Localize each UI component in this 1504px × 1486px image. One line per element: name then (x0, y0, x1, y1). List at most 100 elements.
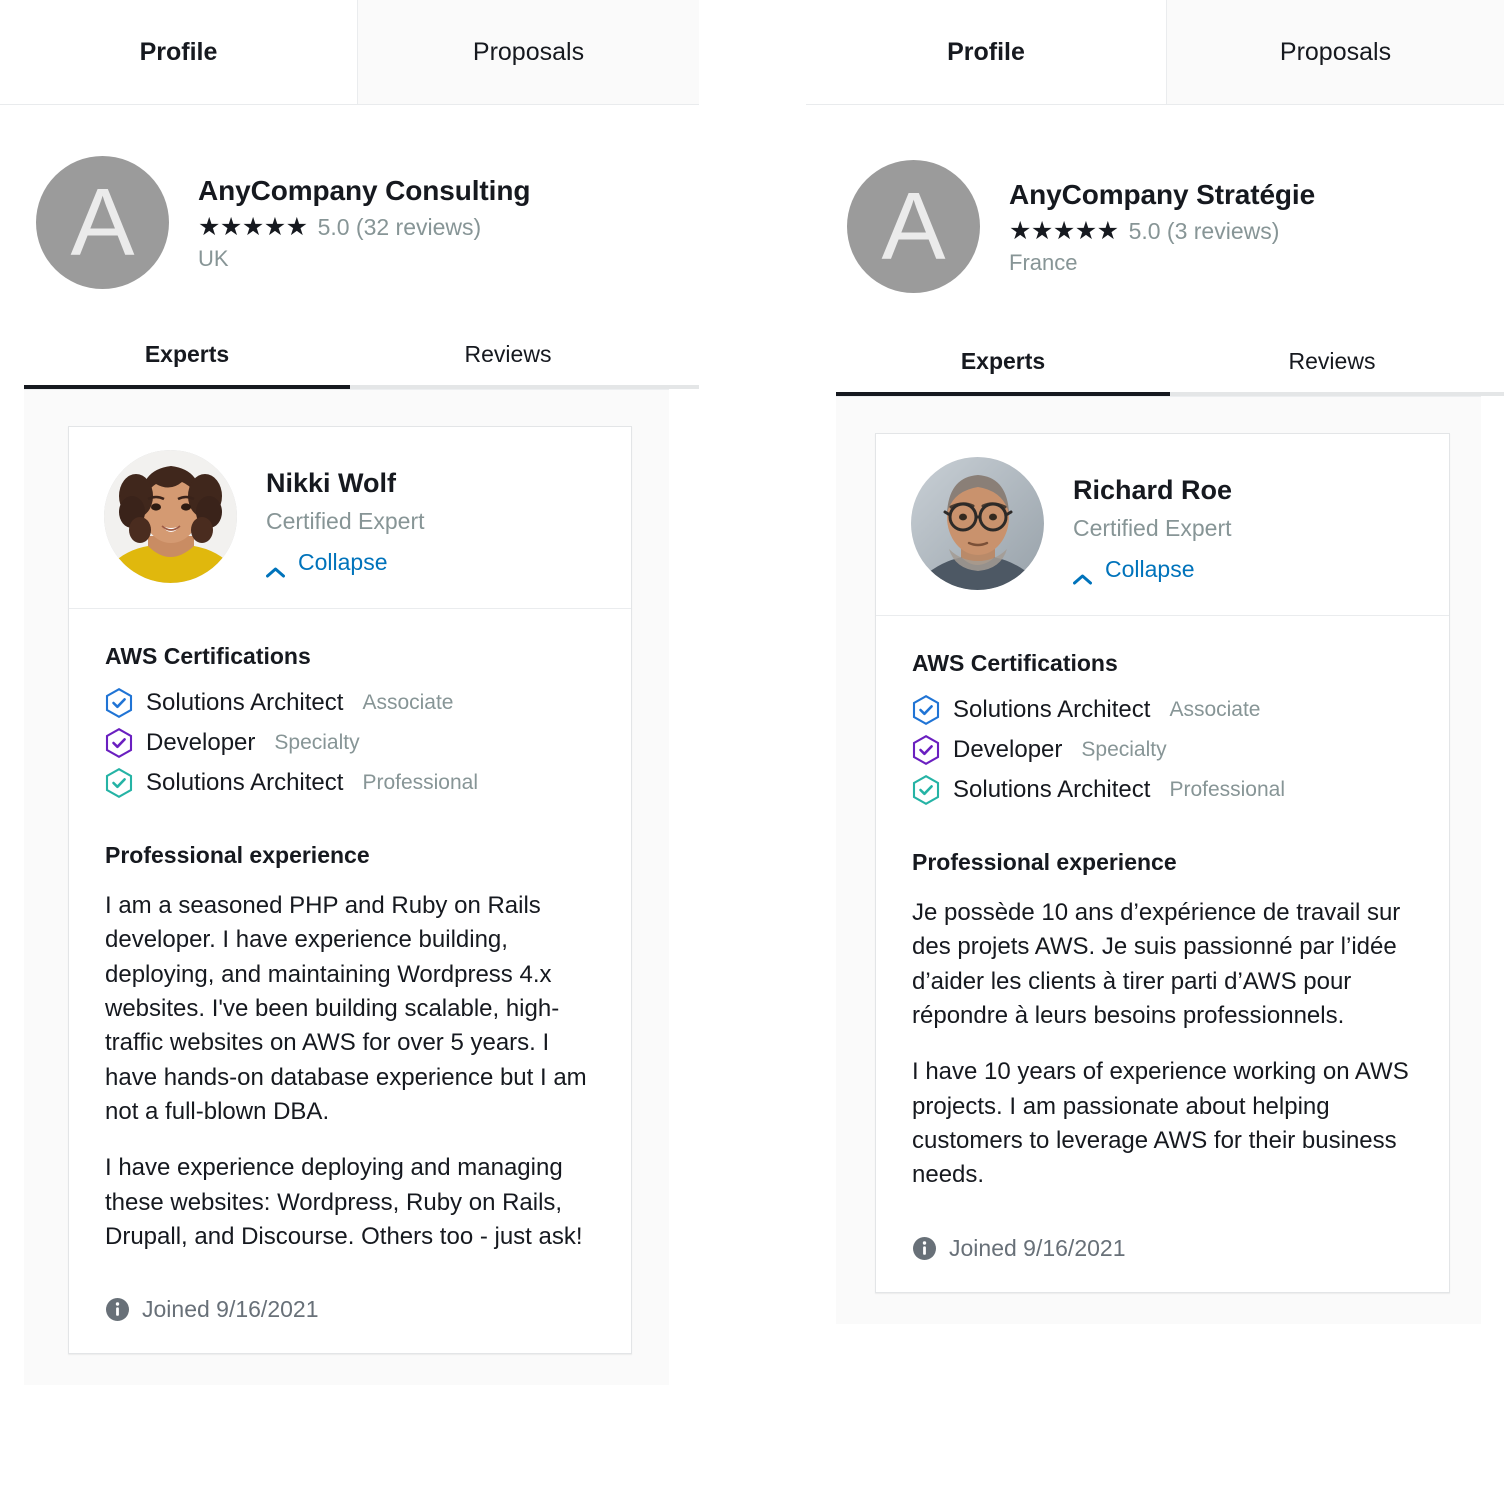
sub-tab-bar: Experts Reviews (0, 341, 699, 389)
tab-reviews[interactable]: Reviews (350, 341, 666, 385)
joined-date: Joined 9/16/2021 (912, 1235, 1413, 1262)
list-item: Solutions Architect Professional (105, 767, 595, 799)
experts-content-area: Nikki Wolf Certified Expert Collapse AWS… (24, 389, 669, 1386)
joined-date-label: Joined 9/16/2021 (949, 1234, 1126, 1261)
expert-card-body: AWS Certifications Solutions Architect A… (69, 609, 631, 1353)
company-rating-text: 5.0 (32 reviews) (317, 213, 482, 240)
experience-paragraph: I have experience deploying and managing… (105, 1154, 583, 1250)
list-item: Solutions Architect Associate (912, 694, 1413, 726)
list-item: Developer Specialty (105, 727, 595, 759)
certification-name: Solutions Architect (953, 696, 1151, 723)
tab-profile-label: Profile (947, 37, 1025, 66)
company-avatar: A (847, 160, 980, 293)
sub-tab-active-indicator (836, 392, 1170, 396)
expert-meta: Nikki Wolf Certified Expert Collapse (266, 450, 425, 578)
certification-name: Solutions Architect (953, 776, 1151, 803)
collapse-button[interactable]: Collapse (1073, 555, 1232, 585)
tab-proposals-label: Proposals (1279, 37, 1392, 66)
tab-experts[interactable]: Experts (24, 341, 350, 385)
expert-card: Nikki Wolf Certified Expert Collapse AWS… (68, 426, 632, 1355)
experience-heading: Professional experience (912, 849, 1177, 875)
tab-reviews[interactable]: Reviews (1170, 348, 1494, 392)
sub-tab-underline (24, 385, 699, 389)
certification-badge-icon (105, 767, 133, 799)
experience-paragraph: I have 10 years of experience working on… (912, 1058, 1409, 1189)
experience-heading: Professional experience (105, 842, 370, 868)
company-info: AnyCompany Stratégie ★★★★★ 5.0 (3 review… (1009, 160, 1315, 276)
company-header: A AnyCompany Stratégie ★★★★★ 5.0 (3 revi… (806, 105, 1504, 293)
chevron-up-icon (266, 557, 285, 578)
company-profile-panel-right: Profile Proposals A AnyCompany Stratégie… (806, 0, 1504, 1486)
company-profile-panel-left: Profile Proposals A AnyCompany Consultin… (0, 0, 699, 1486)
company-location: UK (198, 245, 229, 271)
top-tab-bar: Profile Proposals (806, 0, 1504, 105)
certifications-heading: AWS Certifications (105, 643, 311, 669)
certification-badge-icon (912, 734, 940, 766)
info-icon (912, 1236, 937, 1261)
certification-level: Specialty (1081, 737, 1167, 761)
company-name: AnyCompany Stratégie (1009, 179, 1316, 210)
expert-meta: Richard Roe Certified Expert Collapse (1073, 457, 1233, 585)
tab-profile[interactable]: Profile (806, 0, 1167, 104)
company-rating-text: 5.0 (3 reviews) (1128, 217, 1280, 244)
tab-reviews-label: Reviews (464, 341, 552, 367)
certifications-list: Solutions Architect Associate Developer (912, 694, 1413, 806)
certification-level: Associate (1169, 697, 1261, 721)
expert-role: Certified Expert (266, 507, 425, 534)
experience-paragraph: I am a seasoned PHP and Ruby on Rails de… (105, 892, 587, 1125)
certification-level: Professional (1169, 777, 1285, 801)
certification-badge-icon (105, 727, 133, 759)
certification-level: Professional (362, 770, 478, 794)
experience-paragraph: Je possède 10 ans d’expérience de travai… (912, 899, 1401, 1029)
certification-badge-icon (912, 774, 940, 806)
tab-proposals[interactable]: Proposals (358, 0, 699, 104)
expert-name: Nikki Wolf (266, 468, 397, 498)
company-name: AnyCompany Consulting (198, 175, 531, 206)
sub-tab-bar: Experts Reviews (806, 348, 1504, 396)
experts-content-area: Richard Roe Certified Expert Collapse AW… (836, 396, 1481, 1324)
expert-avatar (104, 450, 237, 583)
chevron-up-icon (1073, 564, 1092, 585)
top-tab-bar: Profile Proposals (0, 0, 699, 105)
company-avatar: A (36, 156, 169, 289)
certification-name: Solutions Architect (146, 769, 344, 796)
joined-date-label: Joined 9/16/2021 (142, 1296, 319, 1323)
tab-reviews-label: Reviews (1288, 348, 1376, 374)
collapse-label: Collapse (298, 548, 388, 575)
list-item: Solutions Architect Professional (912, 774, 1413, 806)
company-rating-row: ★★★★★ 5.0 (32 reviews) (198, 214, 530, 241)
certification-level: Specialty (274, 730, 360, 754)
certification-badge-icon (105, 687, 133, 719)
company-avatar-letter: A (70, 168, 135, 276)
sub-tab-underline (836, 392, 1504, 396)
company-rating-row: ★★★★★ 5.0 (3 reviews) (1009, 218, 1315, 245)
collapse-button[interactable]: Collapse (266, 548, 425, 578)
certifications-list: Solutions Architect Associate Developer (105, 687, 595, 799)
collapse-label: Collapse (1105, 555, 1195, 582)
certification-name: Developer (146, 729, 256, 756)
screenshot-root: Profile Proposals A AnyCompany Consultin… (0, 0, 1504, 1486)
certification-badge-icon (912, 694, 940, 726)
certification-level: Associate (362, 690, 454, 714)
tab-experts-label: Experts (960, 348, 1046, 374)
certifications-heading: AWS Certifications (912, 650, 1118, 676)
expert-card-header: Richard Roe Certified Expert Collapse (876, 434, 1449, 616)
tab-proposals[interactable]: Proposals (1167, 0, 1504, 104)
tab-experts[interactable]: Experts (836, 348, 1170, 392)
expert-name: Richard Roe (1073, 475, 1233, 505)
star-rating-icon: ★★★★★ (1009, 216, 1119, 245)
expert-card-header: Nikki Wolf Certified Expert Collapse (69, 427, 631, 609)
certification-name: Developer (953, 736, 1063, 763)
tab-profile-label: Profile (139, 37, 218, 66)
expert-card-body: AWS Certifications Solutions Architect A… (876, 616, 1449, 1292)
tab-profile[interactable]: Profile (0, 0, 358, 104)
sub-tab-active-indicator (24, 385, 350, 389)
certification-name: Solutions Architect (146, 689, 344, 716)
list-item: Developer Specialty (912, 734, 1413, 766)
company-info: AnyCompany Consulting ★★★★★ 5.0 (32 revi… (198, 156, 530, 272)
expert-avatar (911, 457, 1044, 590)
company-location: France (1009, 249, 1078, 275)
joined-date: Joined 9/16/2021 (105, 1296, 595, 1323)
company-header: A AnyCompany Consulting ★★★★★ 5.0 (32 re… (0, 105, 699, 289)
company-avatar-letter: A (881, 172, 946, 280)
